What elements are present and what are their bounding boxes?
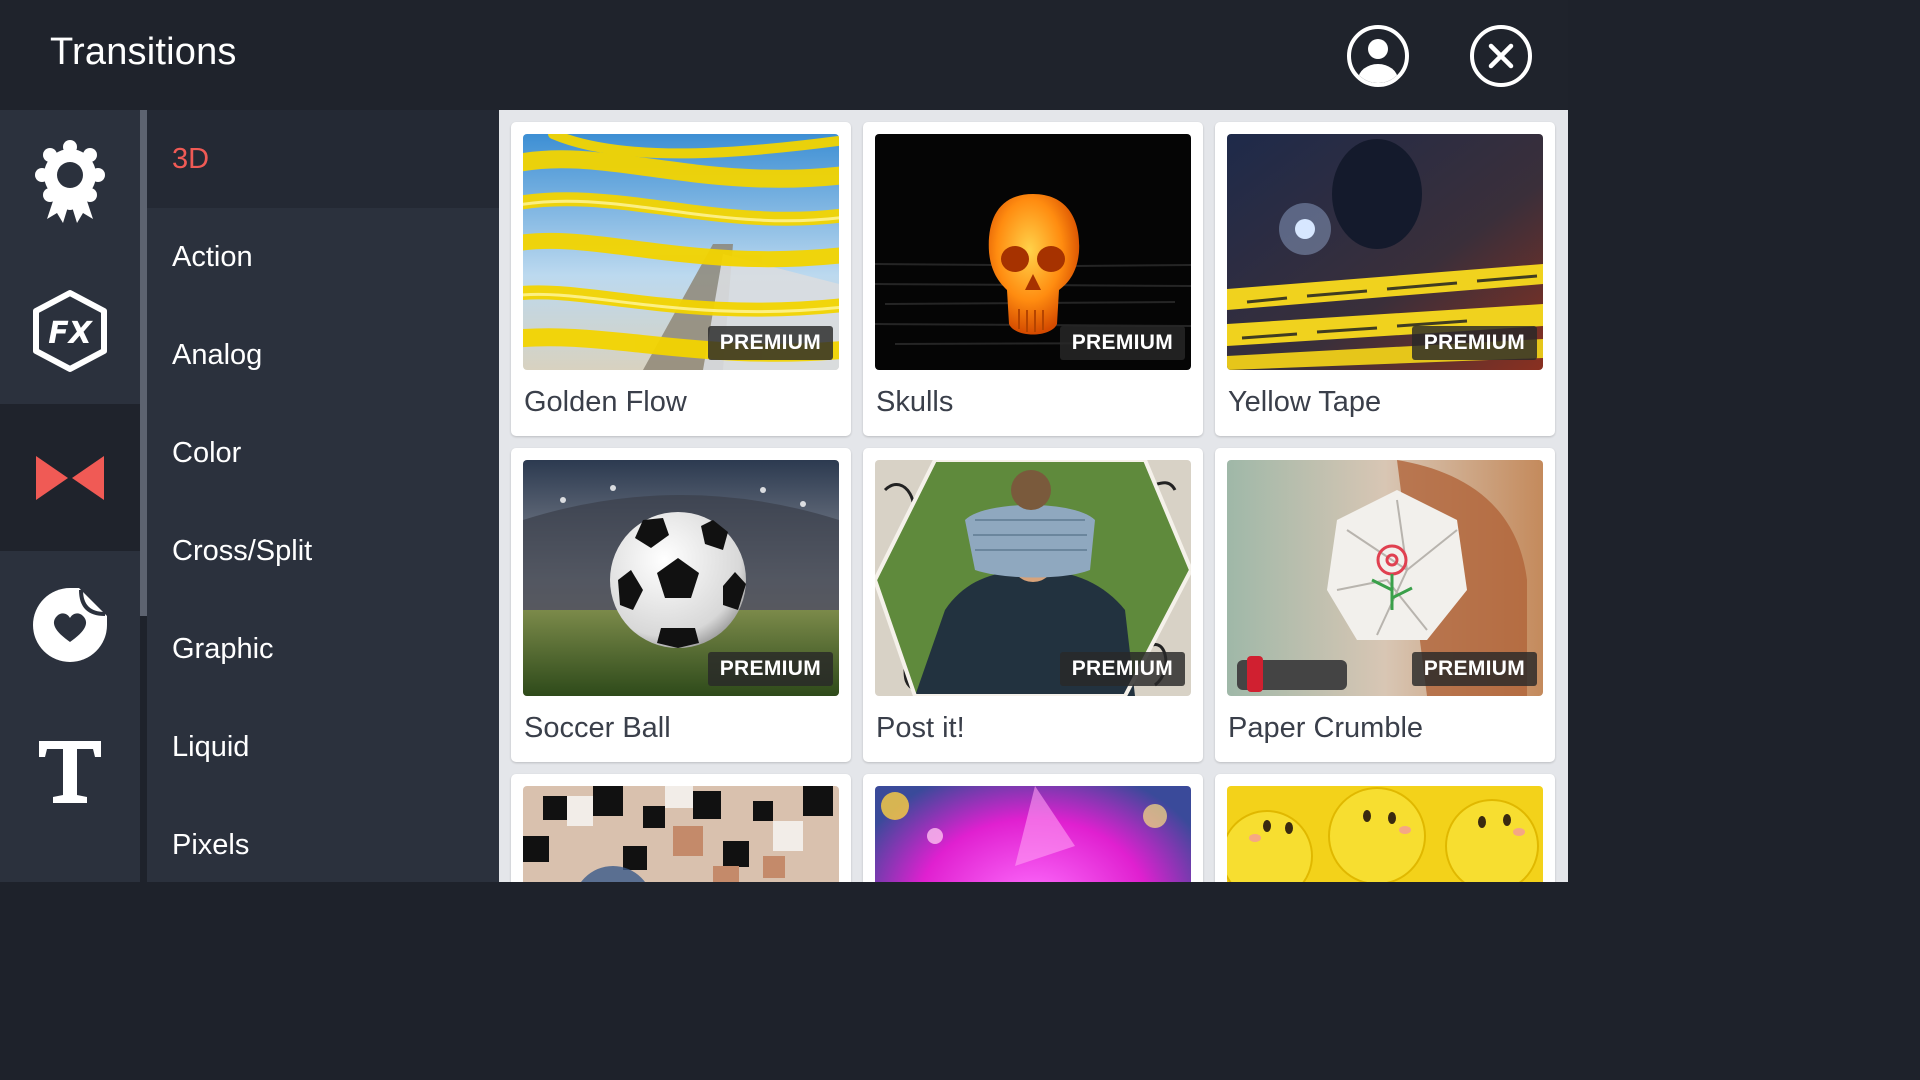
badge-icon: [35, 139, 105, 223]
transition-card-pink-light[interactable]: [863, 774, 1203, 882]
user-icon: [1347, 25, 1409, 87]
thumbnail: [1227, 786, 1543, 882]
category-pixels[interactable]: Pixels: [147, 796, 499, 894]
premium-badge: PREMIUM: [1411, 326, 1537, 360]
transition-card-golden-flow[interactable]: PREMIUM Golden Flow: [511, 122, 851, 436]
thumbnail: PREMIUM: [1227, 460, 1543, 696]
category-liquid[interactable]: Liquid: [147, 698, 499, 796]
thumbnail: PREMIUM: [875, 460, 1191, 696]
rail-item-text[interactable]: [0, 698, 140, 845]
thumbnail: [523, 786, 839, 882]
thumbnail: PREMIUM: [523, 460, 839, 696]
transition-title: Golden Flow: [524, 386, 687, 418]
rail-item-stickers[interactable]: [0, 551, 140, 698]
bowtie-icon: [36, 455, 104, 500]
transition-card-skulls[interactable]: PREMIUM Skulls: [863, 122, 1203, 436]
premium-badge: PREMIUM: [1411, 652, 1537, 686]
transition-card-soccer-ball[interactable]: PREMIUM Soccer Ball: [511, 448, 851, 762]
fx-icon: FX: [33, 289, 107, 372]
transition-card-pixel-mosaic[interactable]: [511, 774, 851, 882]
premium-badge: PREMIUM: [1059, 652, 1185, 686]
tool-rail: FX: [0, 110, 140, 882]
premium-badge: PREMIUM: [1059, 326, 1185, 360]
text-icon: [39, 740, 101, 803]
category-3d[interactable]: 3D: [147, 110, 499, 208]
transition-card-yellow-tape[interactable]: PREMIUM Yellow Tape: [1215, 122, 1555, 436]
transition-grid: PREMIUM Golden Flow PREMIUM Skulls PREMI…: [499, 110, 1568, 882]
rail-scrollbar[interactable]: [140, 110, 147, 616]
transition-card-paper-crumble[interactable]: PREMIUM Paper Crumble: [1215, 448, 1555, 762]
category-color[interactable]: Color: [147, 404, 499, 502]
transition-title: Paper Crumble: [1228, 712, 1424, 744]
thumbnail: PREMIUM: [875, 134, 1191, 370]
top-bar: Transitions: [0, 0, 1568, 110]
category-analog[interactable]: Analog: [147, 306, 499, 404]
transition-card-emoji[interactable]: [1215, 774, 1555, 882]
rail-item-badges[interactable]: [0, 110, 140, 257]
account-button[interactable]: [1346, 24, 1410, 88]
category-action[interactable]: Action: [147, 208, 499, 306]
close-icon: [1470, 25, 1532, 87]
transition-title: Skulls: [876, 386, 954, 418]
rail-item-transitions[interactable]: [0, 404, 140, 551]
transition-title: Yellow Tape: [1228, 386, 1382, 418]
category-list: 3D Action Analog Color Cross/Split Graph…: [147, 110, 499, 882]
sticker-heart-icon: [33, 587, 107, 662]
thumbnail: PREMIUM: [523, 134, 839, 370]
svg-text:FX: FX: [48, 316, 93, 351]
page-title: Transitions: [50, 31, 237, 73]
rail-item-effects[interactable]: FX: [0, 257, 140, 404]
transition-title: Post it!: [876, 712, 965, 744]
premium-badge: PREMIUM: [707, 652, 833, 686]
thumbnail: PREMIUM: [1227, 134, 1543, 370]
thumbnail: [875, 786, 1191, 882]
category-cross-split[interactable]: Cross/Split: [147, 502, 499, 600]
premium-badge: PREMIUM: [707, 326, 833, 360]
close-button[interactable]: [1469, 24, 1533, 88]
category-graphic[interactable]: Graphic: [147, 600, 499, 698]
transition-title: Soccer Ball: [524, 712, 671, 744]
transition-card-post-it[interactable]: PREMIUM Post it!: [863, 448, 1203, 762]
